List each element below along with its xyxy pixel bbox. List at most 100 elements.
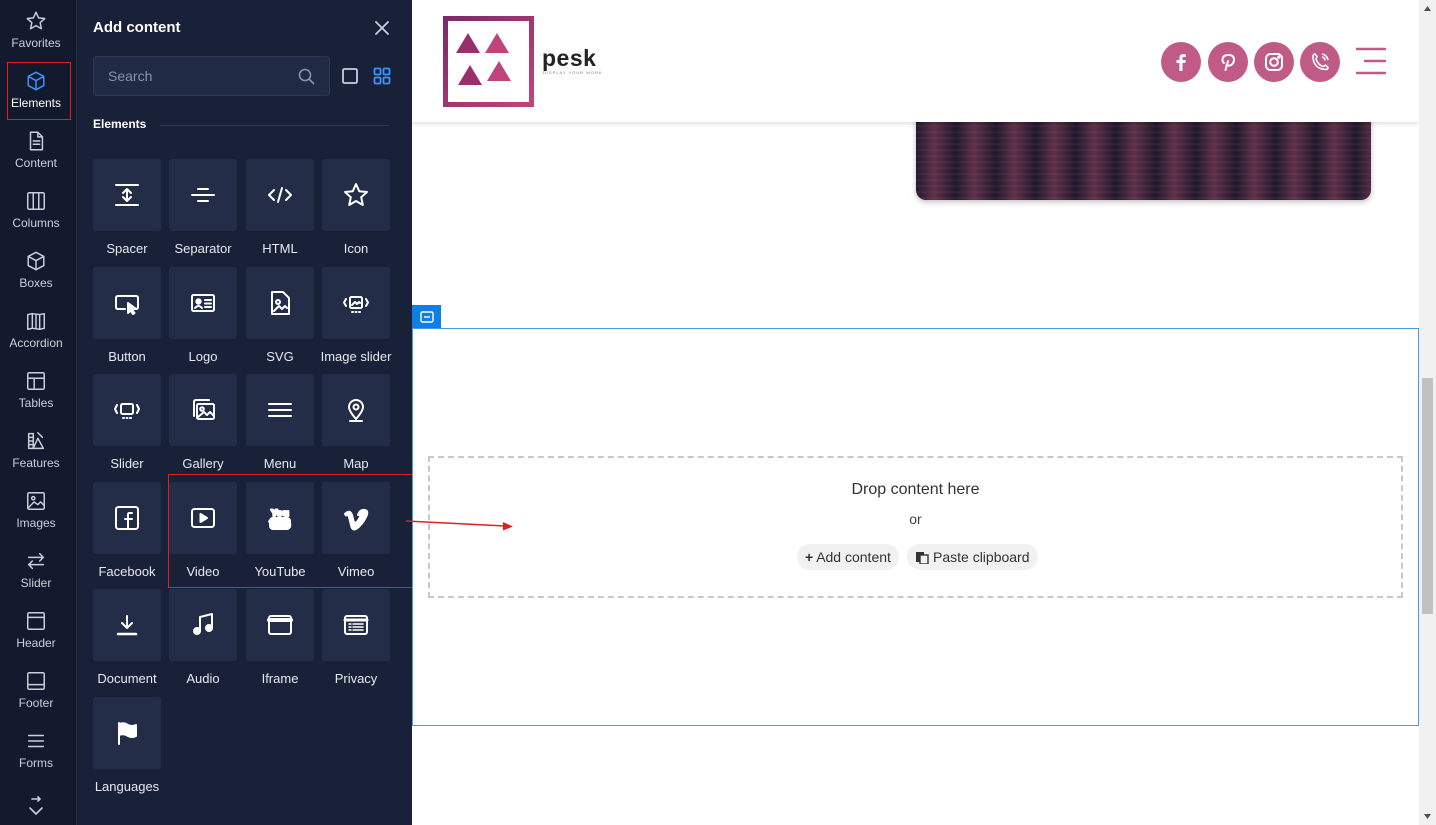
rail-item-content[interactable]: Content [0,120,72,180]
tile-audio[interactable] [169,589,237,661]
plus-icon: + [805,549,814,565]
tile-image-slider[interactable] [322,267,390,339]
tile-html[interactable] [246,159,314,231]
add-content-label: Add content [816,549,891,565]
instagram-button[interactable] [1254,42,1294,82]
sidebar-rail: Favorites Elements Content Columns Boxes… [0,0,77,825]
columns-icon [27,192,45,210]
arrows-swap-icon [27,552,45,570]
svg-file-icon [271,291,290,315]
header-icon [27,612,45,630]
tile-document[interactable] [93,589,161,661]
tile-label: HTML [262,241,298,256]
paste-clipboard-button[interactable]: Paste clipboard [907,544,1038,570]
facebook-button[interactable] [1161,42,1201,82]
tile-label: Spacer [106,241,148,256]
hamburger-menu-icon[interactable] [1355,46,1387,76]
footer-icon [27,672,45,690]
triangles-logo-icon [456,33,511,85]
tile-button[interactable] [93,267,161,339]
brand-tagline: DISPLAY YOUR WORK [543,70,603,75]
tile-privacy[interactable] [322,589,390,661]
separator-icon [191,188,215,202]
panel-title: Add content [93,19,181,36]
brand-name: pesk [542,45,597,71]
tile-label: Image slider [320,349,392,364]
rail-label: Favorites [11,36,61,50]
tile-gallery[interactable] [169,374,237,446]
rail-item-forms[interactable]: Forms [0,720,72,780]
tile-slider[interactable] [93,374,161,446]
code-icon [268,187,292,203]
phone-button[interactable] [1300,42,1340,82]
tile-iframe[interactable] [246,589,314,661]
close-icon[interactable] [374,20,390,36]
image-slider-icon [343,296,369,313]
tile-label: Gallery [182,456,224,471]
section-handle[interactable] [412,305,441,328]
drop-zone-title: Drop content here [851,481,980,498]
pinterest-button[interactable] [1208,42,1248,82]
tile-label: Privacy [334,671,378,686]
slider-icon [114,403,140,419]
rail-label: Content [14,156,58,170]
drop-zone[interactable]: Drop content here or + Add content Paste… [428,456,1403,598]
facebook-icon [115,506,139,530]
tile-label: Facebook [98,564,156,579]
tile-spacer[interactable] [93,159,161,231]
tile-svg[interactable] [246,267,314,339]
rail-item-boxes[interactable]: Boxes [0,240,72,300]
tile-facebook[interactable] [93,482,161,554]
tile-menu[interactable] [246,374,314,446]
add-content-button[interactable]: + Add content [797,544,899,570]
rail-label: Accordion [9,336,63,350]
instagram-icon [1265,53,1283,71]
rail-item-slider[interactable]: Slider [0,540,72,600]
rail-label: Images [16,516,56,530]
tile-icon[interactable] [322,159,390,231]
page-canvas: pesk DISPLAY YOUR WORK Drop content here… [412,0,1419,825]
rail-label: Footer [18,696,54,710]
page-scrollbar[interactable] [1419,0,1436,825]
tile-label: Menu [263,456,297,471]
scroll-up-icon[interactable] [1423,4,1432,13]
facebook-icon [1176,54,1186,71]
forms-icon [27,734,45,748]
grid-view-icon[interactable] [373,67,391,85]
clipboard-icon [916,552,929,564]
image-icon [27,492,45,510]
tile-label: Slider [110,456,144,471]
tile-label: Audio [186,671,220,686]
rail-item-header[interactable]: Header [0,600,72,660]
rail-label: Columns [12,216,60,230]
rail-item-accordion[interactable]: Accordion [0,300,72,360]
rail-item-features[interactable]: Features [0,420,72,480]
rail-label: Features [12,456,60,470]
tile-label: Logo [188,349,218,364]
star-icon [344,183,368,206]
section-title: Elements [93,117,147,131]
scroll-thumb[interactable] [1422,378,1433,614]
scroll-down-icon[interactable] [1423,812,1432,821]
site-logo[interactable] [443,16,534,107]
flag-icon [118,722,137,745]
tile-languages[interactable] [93,697,161,769]
search-input[interactable] [94,57,294,95]
tile-label: Separator [174,241,232,256]
tile-logo[interactable] [169,267,237,339]
tile-label: Button [108,349,146,364]
single-view-icon[interactable] [341,67,359,85]
chevron-down-icon[interactable] [26,796,46,820]
tile-map[interactable] [322,374,390,446]
spacer-icon [115,184,139,206]
rail-item-footer[interactable]: Footer [0,660,72,720]
rail-item-favorites[interactable]: Favorites [0,0,72,60]
privacy-icon [343,615,369,635]
search-box [93,56,330,96]
menu-icon [268,403,292,417]
rail-item-images[interactable]: Images [0,480,72,540]
phone-icon [1312,53,1329,71]
tile-separator[interactable] [169,159,237,231]
rail-item-tables[interactable]: Tables [0,360,72,420]
rail-item-columns[interactable]: Columns [0,180,72,240]
